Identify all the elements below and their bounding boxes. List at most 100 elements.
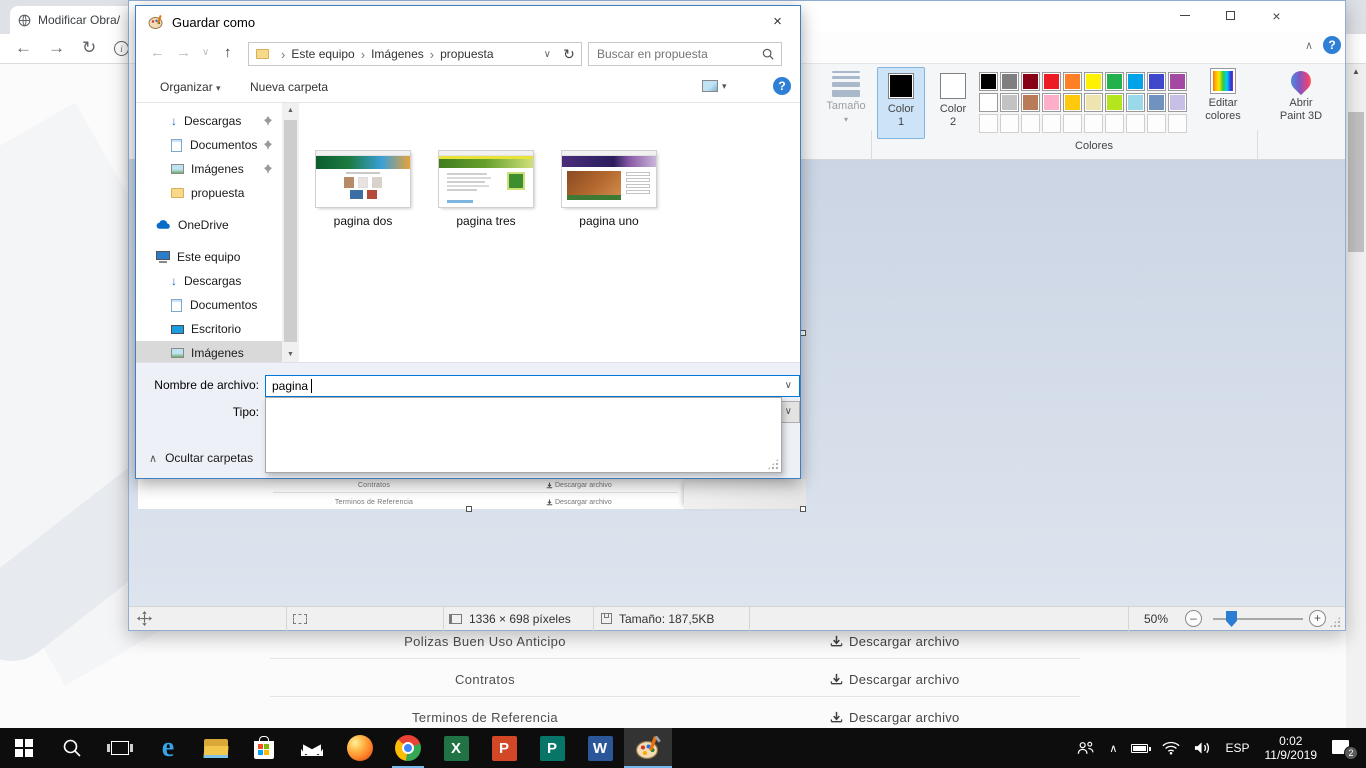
volume-indicator[interactable] [1187,728,1218,768]
task-view-button[interactable] [96,728,144,768]
palette-color[interactable] [1042,93,1061,112]
action-center-button[interactable]: 2 [1325,728,1366,768]
palette-color[interactable] [1105,93,1124,112]
palette-color[interactable] [1000,93,1019,112]
taskbar-chrome[interactable] [384,728,432,768]
view-mode-button[interactable]: ▾ [702,80,727,92]
palette-color[interactable] [1168,93,1187,112]
filename-dropdown-icon[interactable]: ∨ [785,380,792,391]
up-button[interactable]: ↑ [224,44,232,61]
browser-scrollbar[interactable]: ▲ [1346,64,1366,728]
download-link[interactable]: Descargar archivo [830,634,960,649]
page-info-icon[interactable]: i [114,41,129,56]
palette-color[interactable] [979,72,998,91]
palette-color[interactable] [1105,72,1124,91]
organize-button[interactable]: Organizar ▾ [160,80,221,94]
palette-color[interactable] [1147,72,1166,91]
browser-forward-button[interactable]: → [48,38,65,58]
download-link[interactable]: Descargar archivo [830,710,960,725]
wifi-indicator[interactable] [1155,728,1187,768]
paint-help-button[interactable]: ? [1323,36,1341,54]
size-button[interactable]: Tamaño ▾ [823,68,869,126]
refresh-button[interactable]: ↻ [557,42,582,66]
maximize-button[interactable] [1208,1,1253,30]
sidebar-item-descargas[interactable]: ↓ Descargas [136,109,282,133]
sidebar-item-imagenes-pc[interactable]: Imágenes [136,341,282,362]
palette-color[interactable] [1021,93,1040,112]
breadcrumb-propuesta[interactable]: propuesta [440,47,493,61]
dropdown-resize-grip[interactable] [767,458,779,470]
new-folder-button[interactable]: Nueva carpeta [250,80,328,94]
edit-colors-button[interactable]: Editar colores [1195,68,1251,123]
sidebar-item-documentos[interactable]: Documentos [136,133,282,157]
sidebar-item-descargas-pc[interactable]: ↓ Descargas [136,269,282,293]
window-resize-grip[interactable] [1329,616,1341,628]
file-pagina-uno[interactable]: pagina uno [549,151,669,228]
taskbar-mail[interactable] [288,728,336,768]
taskbar-paint[interactable] [624,728,672,768]
scroll-up-icon[interactable]: ▲ [282,103,299,118]
search-box[interactable] [588,42,782,66]
palette-color[interactable] [1147,93,1166,112]
filetype-dropdown-icon[interactable]: ∨ [785,406,792,417]
palette-color[interactable] [1168,72,1187,91]
file-pagina-tres[interactable]: pagina tres [426,151,546,228]
canvas-resize-handle-bottom[interactable] [466,506,472,512]
breadcrumb-this-pc[interactable]: Este equipo [291,47,354,61]
scroll-down-icon[interactable]: ▼ [282,347,299,362]
battery-indicator[interactable] [1124,728,1155,768]
open-paint3d-button[interactable]: Abrir Paint 3D [1263,68,1339,123]
zoom-slider[interactable] [1213,618,1303,620]
collapse-ribbon-icon[interactable]: ∧ [1305,39,1313,52]
palette-color[interactable] [1084,93,1103,112]
filename-autocomplete-dropdown[interactable] [265,397,782,473]
color2-button[interactable]: Color 2 [931,67,975,139]
dialog-help-button[interactable]: ? [773,77,791,95]
taskbar-search-button[interactable] [48,728,96,768]
taskbar-edge[interactable]: e [144,728,192,768]
browser-reload-button[interactable]: ↻ [82,38,96,58]
close-button[interactable]: × [1254,1,1299,30]
scrollbar-thumb[interactable] [1348,112,1364,252]
forward-button[interactable]: → [176,44,191,61]
back-button[interactable]: ← [150,44,165,61]
palette-color[interactable] [1126,93,1145,112]
recent-locations-icon[interactable]: ∨ [202,47,209,58]
navpane-scrollbar[interactable]: ▲ ▼ [282,103,299,362]
search-input[interactable] [589,47,762,61]
zoom-slider-thumb[interactable] [1226,611,1237,627]
start-button[interactable] [0,728,48,768]
sidebar-item-imagenes[interactable]: Imágenes [136,157,282,181]
sidebar-item-propuesta[interactable]: propuesta [136,181,282,205]
language-indicator[interactable]: ESP [1218,728,1256,768]
hide-folders-button[interactable]: ∧ Ocultar carpetas [149,451,253,465]
minimize-button[interactable] [1162,1,1207,30]
palette-color[interactable] [1063,93,1082,112]
people-button[interactable] [1069,728,1102,768]
palette-color[interactable] [1042,72,1061,91]
palette-color[interactable] [1021,72,1040,91]
taskbar-file-explorer[interactable] [192,728,240,768]
sidebar-item-este-equipo[interactable]: Este equipo [136,245,282,269]
sidebar-item-escritorio[interactable]: Escritorio [136,317,282,341]
canvas-resize-handle-corner[interactable] [800,506,806,512]
sidebar-item-onedrive[interactable]: OneDrive [136,213,282,237]
taskbar-store[interactable] [240,728,288,768]
download-link[interactable]: Descargar archivo [830,672,960,687]
file-pagina-dos[interactable]: pagina dos [303,151,423,228]
zoom-in-button[interactable]: + [1309,610,1326,627]
taskbar-word[interactable]: W [576,728,624,768]
scrollbar-up-arrow[interactable]: ▲ [1346,64,1366,80]
zoom-out-button[interactable]: – [1185,610,1202,627]
taskbar-publisher[interactable]: P [528,728,576,768]
breadcrumb-pictures[interactable]: Imágenes [371,47,424,61]
clock[interactable]: 0:0211/9/2019 [1257,728,1326,768]
scrollbar-thumb[interactable] [284,120,297,342]
palette-color[interactable] [1084,72,1103,91]
palette-color[interactable] [979,93,998,112]
browser-back-button[interactable]: ← [15,38,32,58]
taskbar-firefox[interactable] [336,728,384,768]
taskbar-powerpoint[interactable]: P [480,728,528,768]
sidebar-item-documentos-pc[interactable]: Documentos [136,293,282,317]
dialog-close-button[interactable]: × [755,6,800,37]
